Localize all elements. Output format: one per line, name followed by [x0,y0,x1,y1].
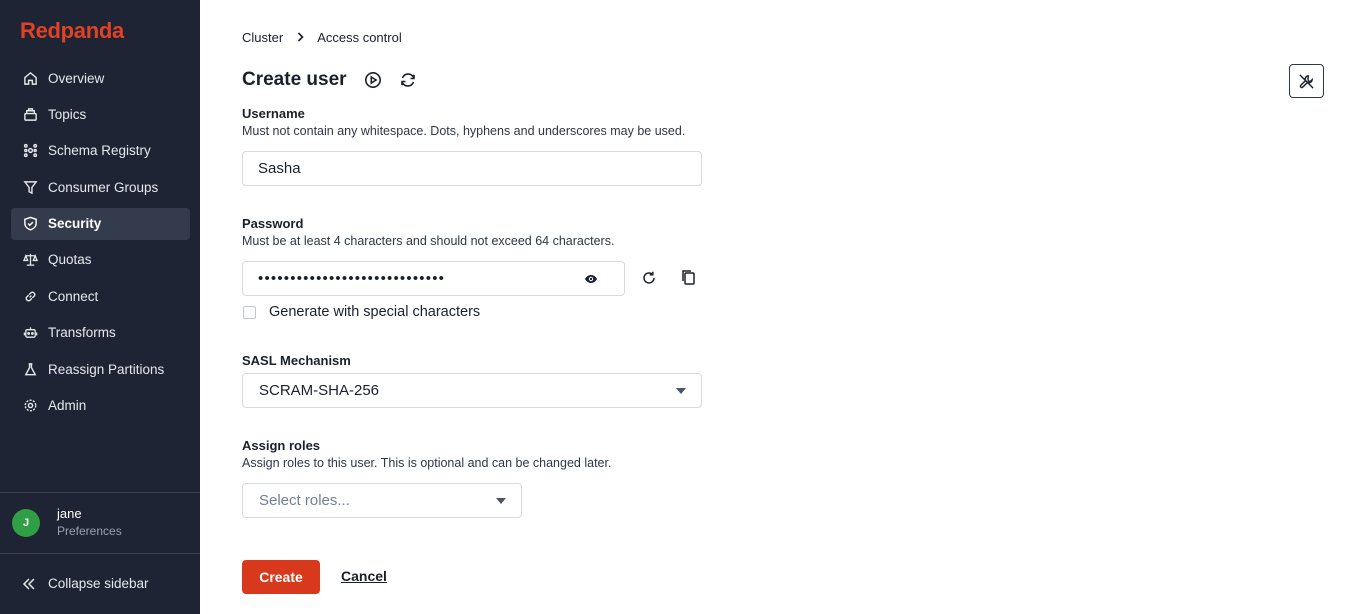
password-label: Password [242,216,304,231]
username-help: Must not contain any whitespace. Dots, h… [242,124,686,138]
sasl-mechanism-select[interactable]: SCRAM-SHA-256 [242,373,702,408]
password-value: ••••••••••••••••••••••••••••• [258,270,446,287]
sidebar-item-quotas[interactable]: Quotas [11,244,190,276]
scale-icon [23,252,38,267]
sidebar-item-label: Transforms [48,325,116,341]
sidebar-item-reassign-partitions[interactable]: Reassign Partitions [11,353,190,385]
roles-label: Assign roles [242,438,321,453]
sidebar-item-label: Overview [48,70,105,86]
sidebar: Redpanda Overview Topics Schema Registry… [0,0,200,614]
eye-icon[interactable] [584,272,598,286]
refresh-icon[interactable] [399,71,417,89]
page-header: Create user [242,69,417,91]
sidebar-divider [0,492,200,493]
sidebar-item-label: Admin [48,398,87,414]
caret-down-icon [676,388,686,394]
copy-icon[interactable] [680,269,697,286]
sidebar-item-connect[interactable]: Connect [11,280,190,312]
filter-icon [23,180,38,195]
brand-logo[interactable]: Redpanda [20,18,124,44]
breadcrumb-cluster[interactable]: Cluster [242,30,283,45]
topics-icon [23,107,38,122]
sidebar-item-consumer-groups[interactable]: Consumer Groups [11,171,190,203]
avatar: J [12,509,40,537]
roles-placeholder: Select roles... [259,492,350,509]
sidebar-item-label: Schema Registry [48,143,151,159]
sidebar-item-overview[interactable]: Overview [11,62,190,94]
roles-help: Assign roles to this user. This is optio… [242,456,612,470]
schema-icon [23,143,38,158]
link-icon [23,289,38,304]
roles-select[interactable]: Select roles... [242,483,522,518]
collapse-sidebar-button[interactable]: Collapse sidebar [22,576,149,591]
sidebar-item-label: Connect [48,288,99,304]
sidebar-divider [0,553,200,554]
page-title: Create user [242,69,347,90]
special-characters-checkbox[interactable] [243,305,256,319]
caret-down-icon [496,498,506,504]
sidebar-item-label: Consumer Groups [48,179,159,195]
wrench-off-icon [1298,73,1315,90]
sidebar-item-admin[interactable]: Admin [11,390,190,422]
username-value: Sasha [258,160,301,177]
sidebar-item-label: Security [48,216,102,232]
play-circle-icon[interactable] [364,71,382,89]
username-input[interactable]: Sasha [242,151,702,186]
regenerate-password-icon[interactable] [641,270,657,286]
special-characters-label: Generate with special characters [269,304,481,320]
sidebar-item-label: Reassign Partitions [48,361,165,377]
sidebar-nav: Overview Topics Schema Registry Consumer… [11,62,190,426]
user-profile[interactable]: J jane Preferences [12,506,192,540]
chevron-right-icon [297,30,304,45]
sidebar-item-transforms[interactable]: Transforms [11,317,190,349]
cancel-button[interactable]: Cancel [341,568,387,584]
sidebar-item-label: Topics [48,106,87,122]
create-button[interactable]: Create [242,560,320,594]
user-name: jane [57,506,82,521]
password-input[interactable]: ••••••••••••••••••••••••••••• [242,261,625,296]
flask-icon [23,362,38,377]
username-label: Username [242,106,305,121]
password-help: Must be at least 4 characters and should… [242,234,615,248]
debug-tools-button[interactable] [1289,64,1324,98]
sidebar-item-label: Quotas [48,252,92,268]
shield-icon [23,216,38,231]
collapse-sidebar-label: Collapse sidebar [48,576,149,591]
robot-icon [23,325,38,340]
sidebar-item-topics[interactable]: Topics [11,98,190,130]
preferences-link[interactable]: Preferences [57,522,122,540]
gear-icon [23,398,38,413]
sasl-value: SCRAM-SHA-256 [259,382,380,399]
sasl-label: SASL Mechanism [242,353,351,368]
breadcrumb-access-control[interactable]: Access control [317,30,402,45]
home-icon [23,71,38,86]
double-chevron-left-icon [22,577,36,591]
sidebar-item-security[interactable]: Security [11,207,190,240]
breadcrumb: Cluster Access control [242,30,402,45]
special-characters-checkbox-row[interactable]: Generate with special characters [242,304,480,320]
sidebar-item-schema-registry[interactable]: Schema Registry [11,135,190,167]
